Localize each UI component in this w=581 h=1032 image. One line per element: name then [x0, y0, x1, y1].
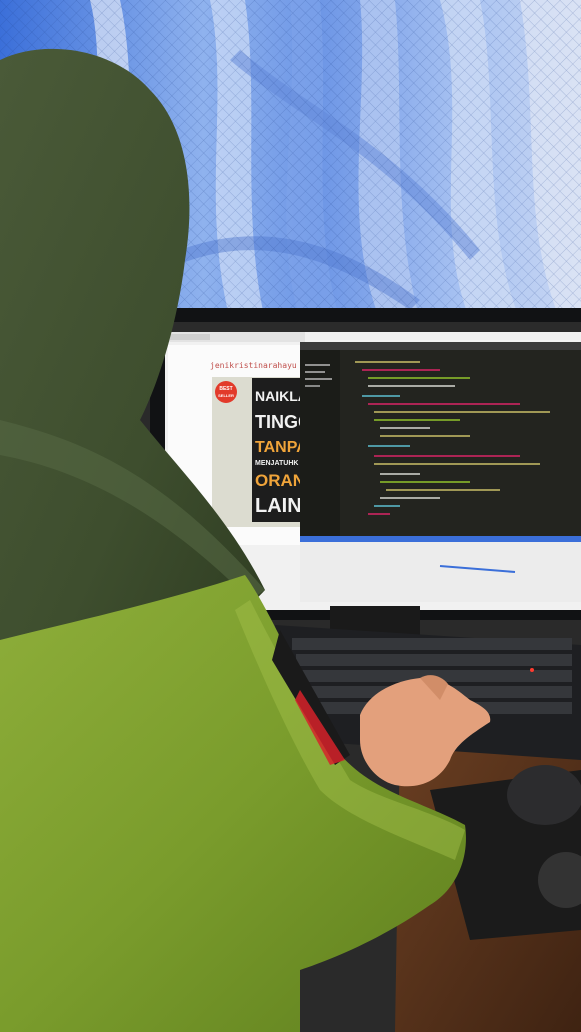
cover-line-4: MENJATUHK: [255, 460, 298, 467]
code-editor-window: [300, 342, 581, 542]
site-name-text: jenikristinarahayu: [210, 361, 297, 370]
photo-illustration: jenikristinarahayu BEST SELLER NAIKLA TI…: [0, 0, 581, 1032]
book-cover-image: BEST SELLER NAIKLA TINGG TANPA MENJATUHK…: [212, 377, 312, 527]
cover-line-5: ORAN: [255, 471, 305, 490]
badge-line1: BEST: [219, 386, 232, 392]
photo-scene: jenikristinarahayu BEST SELLER NAIKLA TI…: [0, 0, 581, 1032]
cover-line-6: LAIN: [255, 495, 302, 517]
cover-line-1: NAIKLA: [255, 388, 308, 404]
badge-line2: SELLER: [218, 393, 234, 398]
best-seller-badge: [215, 381, 237, 403]
mouse: [507, 765, 581, 825]
